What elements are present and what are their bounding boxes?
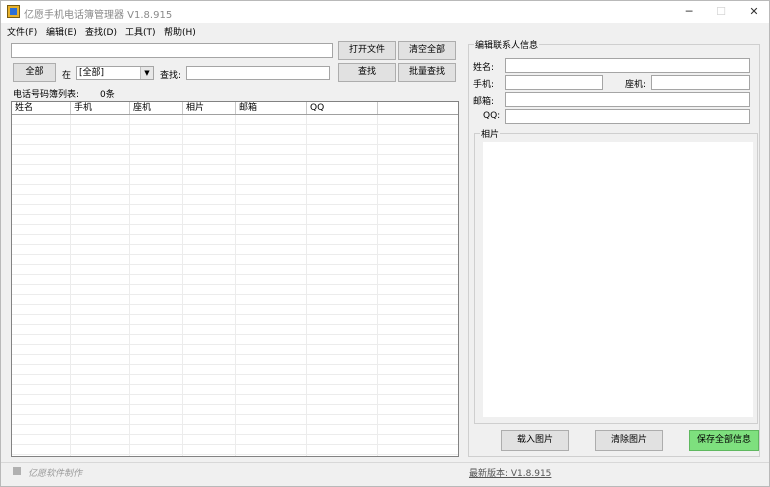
record-count: 0条 xyxy=(100,90,115,100)
photo-preview xyxy=(483,142,753,417)
scope-select[interactable]: [全部] ▼ xyxy=(76,66,154,80)
app-icon xyxy=(7,5,20,18)
column-header-email[interactable]: 邮箱 xyxy=(236,102,307,114)
column-header-mobile[interactable]: 手机 xyxy=(71,102,130,114)
file-path-field[interactable] xyxy=(11,43,333,58)
search-input[interactable] xyxy=(186,66,330,80)
contact-table[interactable]: 姓名 手机 座机 相片 邮箱 QQ xyxy=(11,101,459,457)
status-icon xyxy=(13,467,21,475)
mobile-input[interactable] xyxy=(505,75,603,90)
status-divider xyxy=(1,462,769,463)
list-title: 电话号码簿列表: xyxy=(13,90,80,100)
show-all-button[interactable]: 全部 xyxy=(13,63,56,82)
window-title: 亿愿手机电话簿管理器 V1.8.915 xyxy=(24,10,173,21)
menu-tools[interactable]: 工具(T) xyxy=(125,25,156,38)
status-credit: 亿愿软件制作 xyxy=(28,469,83,479)
qq-label: QQ: xyxy=(483,111,501,121)
column-header-name[interactable]: 姓名 xyxy=(12,102,71,114)
column-divider xyxy=(377,115,378,456)
clear-all-button[interactable]: 清空全部 xyxy=(398,41,456,60)
maximize-button[interactable]: ☐ xyxy=(714,5,728,19)
menu-edit[interactable]: 编辑(E) xyxy=(46,25,77,38)
editor-group-title: 编辑联系人信息 xyxy=(474,38,540,51)
phone-label: 座机: xyxy=(625,80,647,90)
name-input[interactable] xyxy=(505,58,750,73)
column-header-phone[interactable]: 座机 xyxy=(130,102,183,114)
close-button[interactable]: ✕ xyxy=(747,5,761,19)
save-all-button[interactable]: 保存全部信息 xyxy=(689,430,759,451)
column-divider xyxy=(182,115,183,456)
scope-select-value: [全部] xyxy=(79,68,105,78)
column-divider xyxy=(129,115,130,456)
menu-bar: 文件(F) 编辑(E) 查找(D) 工具(T) 帮助(H) xyxy=(1,23,769,39)
minimize-button[interactable]: ─ xyxy=(682,5,696,19)
batch-search-button[interactable]: 批量查找 xyxy=(398,63,456,82)
table-header: 姓名 手机 座机 相片 邮箱 QQ xyxy=(12,102,458,115)
app-window: 亿愿手机电话簿管理器 V1.8.915 ─ ☐ ✕ 文件(F) 编辑(E) 查找… xyxy=(0,0,770,487)
column-divider xyxy=(70,115,71,456)
qq-input[interactable] xyxy=(505,109,750,124)
column-divider xyxy=(235,115,236,456)
latest-version-link[interactable]: 最新版本: V1.8.915 xyxy=(469,466,551,479)
column-header-qq[interactable]: QQ xyxy=(307,102,378,114)
column-header-photo[interactable]: 相片 xyxy=(183,102,236,114)
photo-group-title: 相片 xyxy=(480,127,501,140)
clear-photo-button[interactable]: 清除图片 xyxy=(595,430,663,451)
search-button[interactable]: 查找 xyxy=(338,63,396,82)
email-input[interactable] xyxy=(505,92,750,107)
open-file-button[interactable]: 打开文件 xyxy=(338,41,396,60)
menu-find[interactable]: 查找(D) xyxy=(85,25,117,38)
mobile-label: 手机: xyxy=(473,80,495,90)
phone-input[interactable] xyxy=(651,75,750,90)
title-bar: 亿愿手机电话簿管理器 V1.8.915 ─ ☐ ✕ xyxy=(1,1,769,23)
menu-file[interactable]: 文件(F) xyxy=(7,25,37,38)
load-photo-button[interactable]: 载入图片 xyxy=(501,430,569,451)
menu-help[interactable]: 帮助(H) xyxy=(164,25,196,38)
search-label: 查找: xyxy=(160,71,182,81)
chevron-down-icon[interactable]: ▼ xyxy=(140,67,153,79)
in-label: 在 xyxy=(62,71,72,81)
name-label: 姓名: xyxy=(473,63,495,73)
email-label: 邮箱: xyxy=(473,97,495,107)
column-divider xyxy=(306,115,307,456)
